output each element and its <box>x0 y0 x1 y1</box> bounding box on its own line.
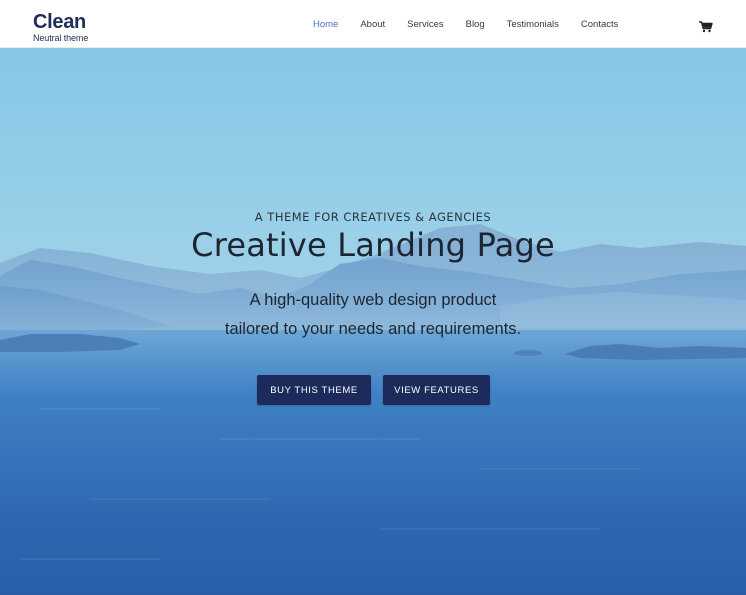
shopping-cart-icon[interactable] <box>699 20 713 33</box>
logo[interactable]: Clean Neutral theme <box>33 12 88 43</box>
logo-subtitle: Neutral theme <box>33 33 89 43</box>
nav-item-testimonials[interactable]: Testimonials <box>507 19 559 30</box>
landing-page: Clean Neutral theme Home About Services … <box>0 0 746 595</box>
logo-title: Clean <box>33 11 86 33</box>
nav-item-services[interactable]: Services <box>407 19 443 30</box>
hero-description: A high-quality web design product tailor… <box>0 286 746 344</box>
hero-headline: Creative Landing Page <box>191 226 555 264</box>
main-nav: Home About Services Blog Testimonials Co… <box>302 0 629 48</box>
hero-description-line-1: A high-quality web design product <box>249 291 497 309</box>
nav-item-about[interactable]: About <box>360 19 385 30</box>
hero-eyebrow: A THEME FOR CREATIVES & AGENCIES <box>254 210 492 224</box>
view-features-button[interactable]: VIEW FEATURES <box>383 375 490 405</box>
nav-item-home[interactable]: Home <box>313 19 338 30</box>
hero-description-line-2: tailored to your needs and requirements. <box>224 320 522 338</box>
nav-item-blog[interactable]: Blog <box>466 19 485 30</box>
site-header: Clean Neutral theme Home About Services … <box>0 0 746 48</box>
buy-theme-button[interactable]: BUY THIS THEME <box>257 375 371 405</box>
hero-section: A THEME FOR CREATIVES & AGENCIES Creativ… <box>0 48 746 595</box>
nav-item-contacts[interactable]: Contacts <box>581 19 619 30</box>
